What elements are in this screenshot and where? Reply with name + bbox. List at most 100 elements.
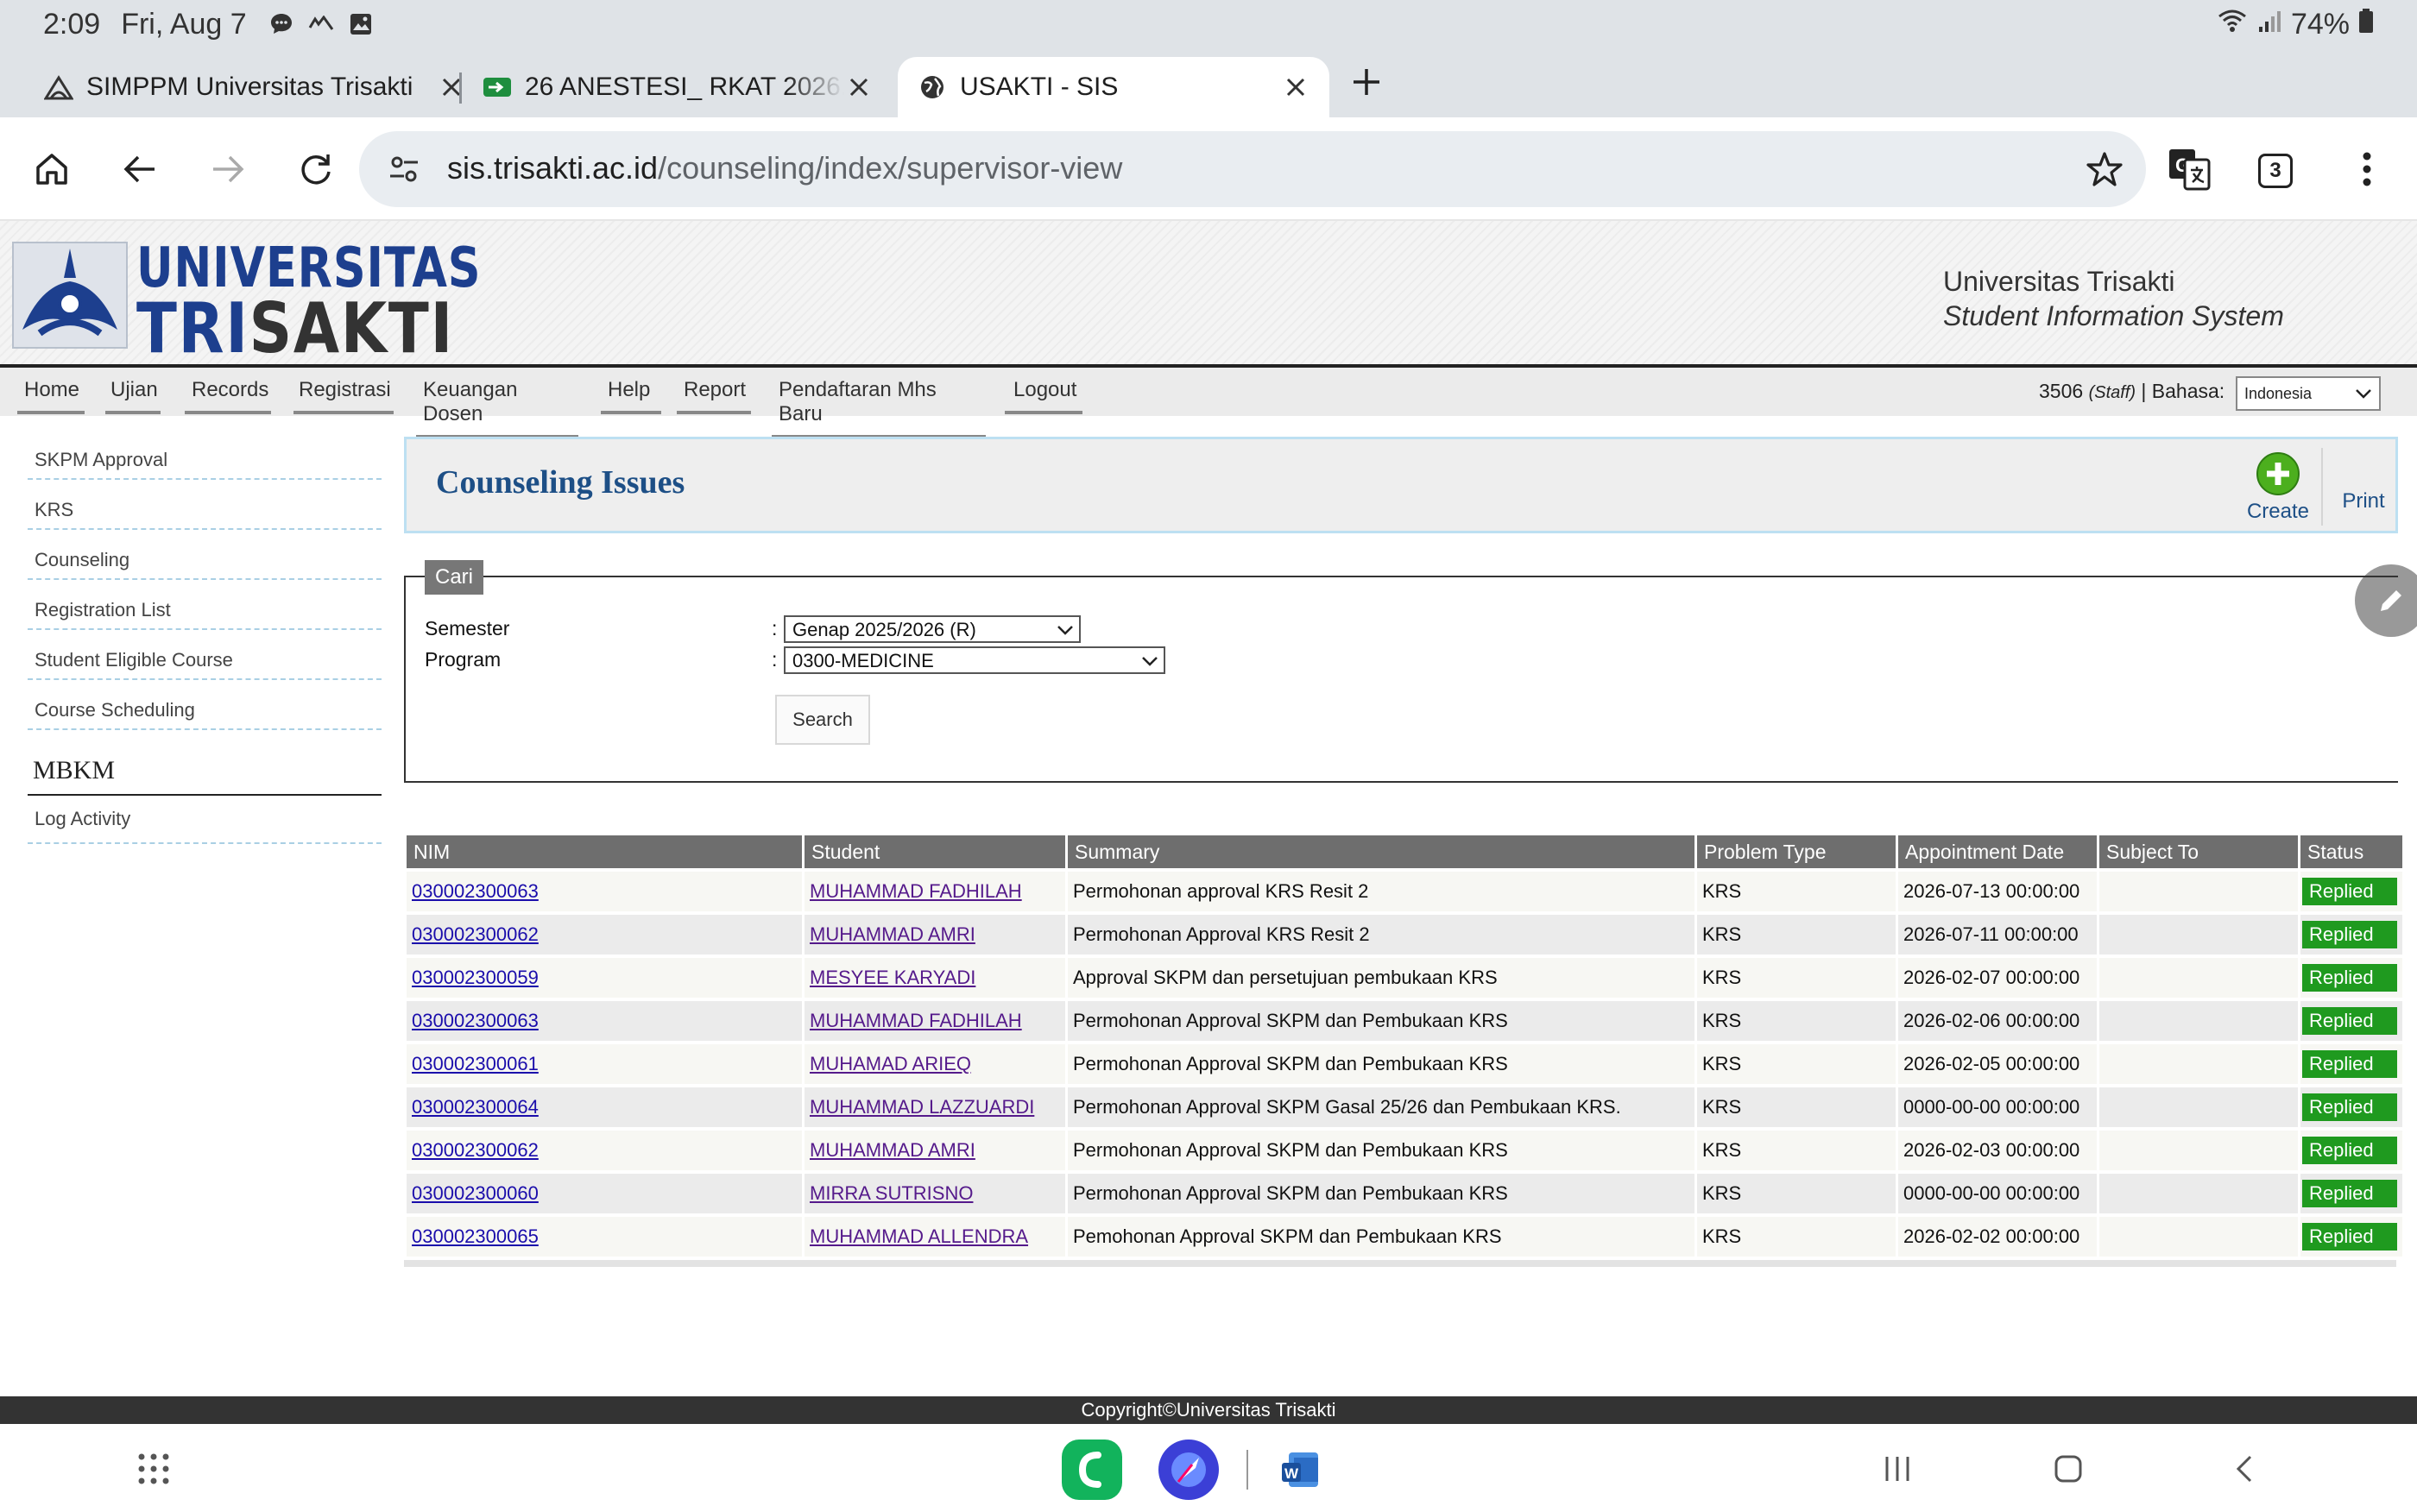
site-settings-icon[interactable] [385,150,423,188]
column-header-status[interactable]: Status [2300,835,2402,868]
program-select[interactable]: 0300-MEDICINE [784,646,1165,674]
column-header-summary[interactable]: Summary [1068,835,1694,868]
back-nav-icon[interactable] [2227,1452,2262,1486]
chevron-down-icon [1057,626,1073,635]
semester-label: Semester [425,617,510,639]
student-link[interactable]: MUHAMMAD FADHILAH [810,1010,1022,1031]
appointment-date-cell: 2026-02-07 00:00:00 [1898,958,2097,998]
tab-title: USAKTI - SIS [960,72,1119,101]
chevron-down-icon [1142,657,1158,666]
subject-to-cell [2099,958,2298,998]
tab-switcher-button[interactable]: 3 [2258,154,2293,188]
close-icon[interactable] [1279,71,1312,104]
nim-link[interactable]: 030002300065 [412,1225,539,1247]
browser-app-icon[interactable] [1158,1440,1219,1500]
search-legend: Cari [425,560,484,595]
nav-ujian[interactable]: Ujian [105,378,161,414]
column-header-problem-type[interactable]: Problem Type [1697,835,1896,868]
tab-separator [459,72,462,104]
subject-to-cell [2099,1044,2298,1084]
nav-help[interactable]: Help [601,378,661,414]
nim-link[interactable]: 030002300064 [412,1096,539,1118]
student-link[interactable]: MUHAMAD ARIEQ [810,1053,971,1074]
phone-app-icon[interactable] [1062,1440,1122,1500]
recent-apps-icon[interactable] [1880,1452,1915,1486]
nav-report[interactable]: Report [677,378,751,414]
close-icon[interactable] [435,71,468,104]
new-tab-button[interactable] [1345,60,1388,104]
home-button[interactable] [26,143,78,195]
sidebar-item-counseling[interactable]: Counseling [28,530,382,580]
more-vert-icon [2363,152,2371,186]
sidebar-item-skpm-approval[interactable]: SKPM Approval [28,430,382,480]
nav-logout[interactable]: Logout [1005,378,1082,414]
sheets-icon [482,72,513,103]
student-link[interactable]: MUHAMMAD AMRI [810,923,975,945]
nav-keuangan-dosen[interactable]: Keuangan Dosen [416,378,578,438]
table-row: 030002300062 MUHAMMAD AMRI Permohonan Ap… [407,915,2402,954]
column-header-student[interactable]: Student [805,835,1065,868]
university-logo[interactable]: UNIVERSITAS TRISAKTI [12,236,481,369]
problem-type-cell: KRS [1697,1131,1896,1170]
word-app-icon[interactable]: W [1271,1440,1331,1500]
search-button[interactable]: Search [775,695,870,745]
sidebar-item-student-eligible-course[interactable]: Student Eligible Course [28,630,382,680]
counseling-table-wrapper: NIM Student Summary Problem Type Appoint… [404,832,2402,1267]
nim-link[interactable]: 030002300062 [412,1139,539,1161]
language-select[interactable]: Indonesia [2236,376,2381,411]
nav-registrasi[interactable]: Registrasi [293,378,394,414]
bookmark-star-icon[interactable] [2082,147,2127,192]
url-text[interactable]: sis.trisakti.ac.id/counseling/index/supe… [447,150,1122,186]
forward-button[interactable] [202,143,254,195]
subject-to-cell [2099,1174,2298,1213]
address-bar[interactable]: sis.trisakti.ac.id/counseling/index/supe… [359,131,2146,207]
print-button[interactable]: Print [2333,489,2394,513]
nim-link[interactable]: 030002300060 [412,1182,539,1204]
tab-usakti-sis[interactable]: USAKTI - SIS [898,57,1329,117]
student-link[interactable]: MUHAMMAD ALLENDRA [810,1225,1028,1247]
close-icon[interactable] [842,71,875,104]
nim-link[interactable]: 030002300063 [412,1010,539,1031]
nim-link[interactable]: 030002300059 [412,967,539,988]
status-badge: Replied [2302,878,2397,905]
semester-select[interactable]: Genap 2025/2026 (R) [784,615,1081,643]
sidebar-item-log-activity[interactable]: Log Activity [28,796,382,844]
nim-link[interactable]: 030002300062 [412,923,539,945]
appointment-date-cell: 2026-02-06 00:00:00 [1898,1001,2097,1041]
subject-to-cell [2099,1001,2298,1041]
program-colon: : [772,648,778,671]
column-header-subject-to[interactable]: Subject To [2099,835,2298,868]
nav-pendaftaran-mhs-baru[interactable]: Pendaftaran Mhs Baru [772,378,986,438]
chevron-down-icon [2356,389,2371,399]
trisakti-logo-icon [43,72,74,103]
sidebar-item-krs[interactable]: KRS [28,480,382,530]
sidebar-item-course-scheduling[interactable]: Course Scheduling [28,680,382,730]
back-button[interactable] [114,143,166,195]
column-header-appointment-date[interactable]: Appointment Date [1898,835,2097,868]
student-link[interactable]: MESYEE KARYADI [810,967,975,988]
menu-button[interactable] [2341,143,2393,195]
nav-home[interactable]: Home [17,378,85,414]
column-header-nim[interactable]: NIM [407,835,802,868]
student-link[interactable]: MIRRA SUTRISNO [810,1182,973,1204]
tab-simppm[interactable]: SIMPPM Universitas Trisakti [43,57,461,117]
nim-link[interactable]: 030002300063 [412,880,539,902]
tab-anestesi-rkat[interactable]: 26 ANESTESI_ RKAT 2026.xls [482,57,879,117]
home-nav-icon[interactable] [2051,1452,2086,1486]
system-name: Student Information System [1943,300,2284,331]
nim-link[interactable]: 030002300061 [412,1053,539,1074]
print-label: Print [2342,489,2385,513]
nav-records[interactable]: Records [185,378,271,414]
app-drawer-icon[interactable] [135,1450,173,1488]
create-button[interactable]: Create [2238,448,2318,524]
subject-to-cell [2099,1217,2298,1257]
appointment-date-cell: 2026-02-05 00:00:00 [1898,1044,2097,1084]
logo-text-trisakti: TRISAKTI [136,288,454,369]
reload-button[interactable] [290,143,342,195]
student-link[interactable]: MUHAMMAD LAZZUARDI [810,1096,1034,1118]
translate-button[interactable]: G [2163,143,2215,195]
student-link[interactable]: MUHAMMAD FADHILAH [810,880,1022,902]
sidebar-item-registration-list[interactable]: Registration List [28,580,382,630]
user-role: (Staff) [2088,383,2136,402]
student-link[interactable]: MUHAMMAD AMRI [810,1139,975,1161]
